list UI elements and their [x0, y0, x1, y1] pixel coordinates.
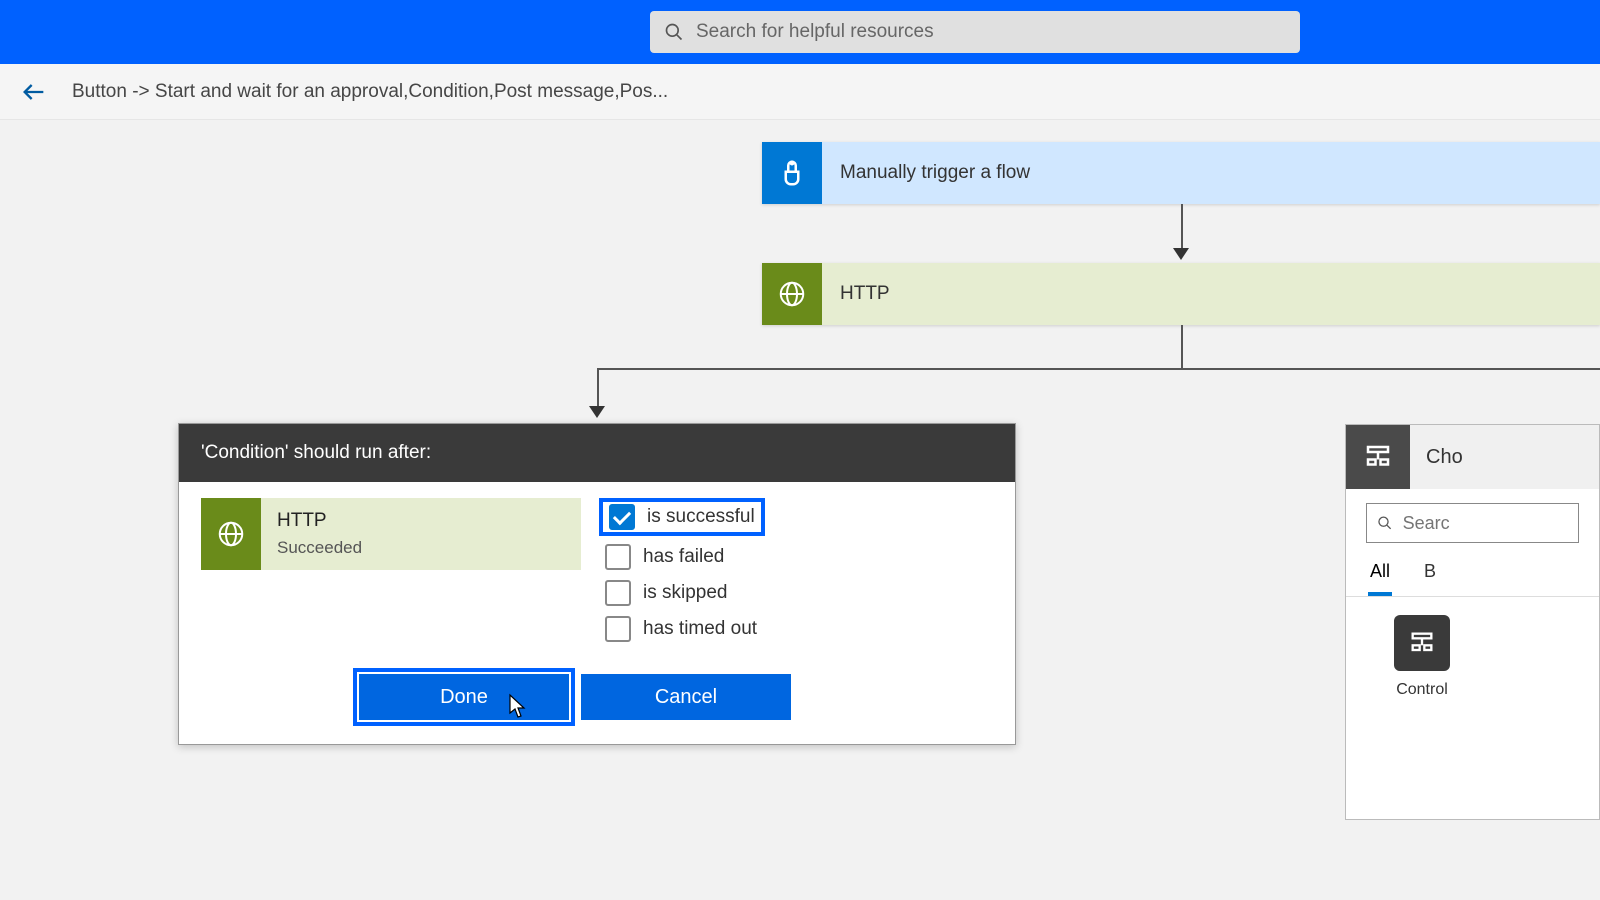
top-bar [0, 0, 1600, 64]
arrowhead-icon [589, 406, 605, 418]
control-icon [1346, 425, 1410, 489]
checkbox-icon[interactable] [605, 544, 631, 570]
connector-item-label: Control [1396, 681, 1448, 699]
checkbox-icon[interactable] [609, 504, 635, 530]
previous-step-name: HTTP [277, 510, 362, 532]
previous-step-card[interactable]: HTTP Succeeded [201, 498, 581, 570]
connector [1181, 204, 1183, 248]
http-card[interactable]: HTTP [762, 263, 1600, 325]
run-after-panel: 'Condition' should run after: HTTP Succe… [178, 423, 1016, 745]
checkbox-icon[interactable] [605, 580, 631, 606]
option-has-timed-out[interactable]: has timed out [599, 614, 765, 644]
run-after-title: 'Condition' should run after: [179, 424, 1015, 482]
connector-item-control[interactable]: Control [1382, 615, 1462, 699]
search-icon [664, 22, 684, 42]
option-has-failed[interactable]: has failed [599, 542, 765, 572]
done-button[interactable]: Done [359, 674, 569, 720]
control-icon [1394, 615, 1450, 671]
globe-icon [762, 263, 822, 325]
breadcrumb-bar: Button -> Start and wait for an approval… [0, 64, 1600, 120]
checkbox-icon[interactable] [605, 616, 631, 642]
touch-icon [762, 142, 822, 204]
previous-step-status: Succeeded [277, 538, 362, 558]
connector [1181, 325, 1183, 369]
picker-search-input[interactable] [1403, 513, 1568, 534]
trigger-label: Manually trigger a flow [822, 142, 1600, 204]
picker-title: Cho [1410, 446, 1463, 469]
option-is-successful[interactable]: is successful [599, 498, 765, 536]
http-label: HTTP [822, 263, 1600, 325]
option-label: has failed [643, 546, 724, 568]
picker-search[interactable] [1366, 503, 1579, 543]
breadcrumb-text: Button -> Start and wait for an approval… [72, 81, 668, 103]
arrowhead-icon [1173, 248, 1189, 260]
option-label: has timed out [643, 618, 757, 640]
connector [597, 368, 1600, 370]
tab-builtin[interactable]: B [1422, 553, 1438, 596]
action-picker: Cho All B Control [1345, 424, 1600, 820]
trigger-card[interactable]: Manually trigger a flow [762, 142, 1600, 204]
flow-canvas[interactable]: Manually trigger a flow HTTP 'Condition'… [0, 120, 1600, 900]
option-label: is skipped [643, 582, 728, 604]
option-is-skipped[interactable]: is skipped [599, 578, 765, 608]
search-icon [1377, 514, 1393, 532]
option-label: is successful [647, 506, 755, 528]
picker-tabs: All B [1346, 553, 1599, 597]
connector [597, 368, 599, 408]
tab-all[interactable]: All [1368, 553, 1392, 596]
global-search-input[interactable] [696, 21, 1286, 43]
run-after-options: is successful has failed is skipped has … [599, 498, 765, 644]
cancel-button[interactable]: Cancel [581, 674, 791, 720]
globe-icon [201, 498, 261, 570]
back-arrow-icon[interactable] [20, 78, 48, 106]
global-search[interactable] [650, 11, 1300, 53]
